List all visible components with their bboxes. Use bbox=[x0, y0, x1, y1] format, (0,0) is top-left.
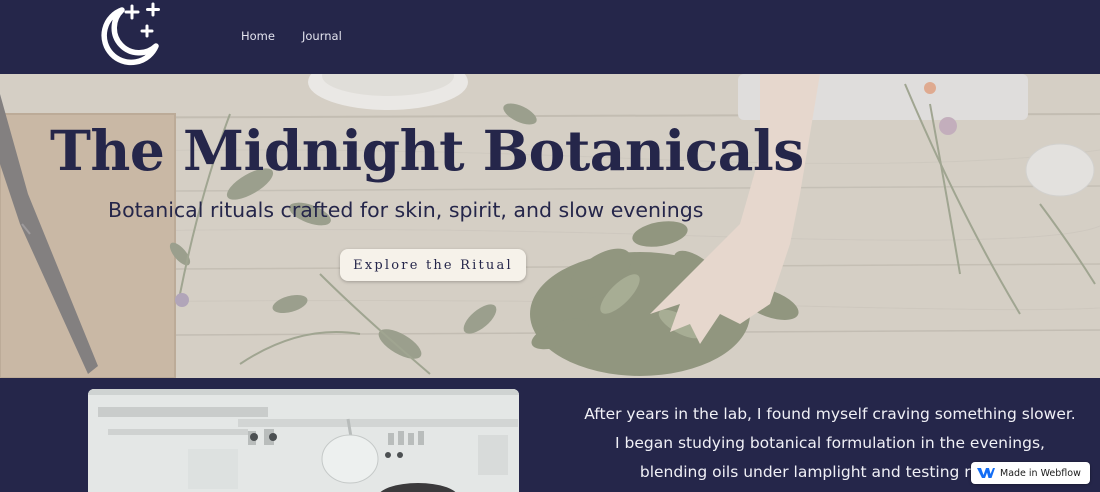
explore-ritual-button[interactable]: Explore the Ritual bbox=[340, 249, 526, 281]
top-nav: Home Journal bbox=[0, 0, 1100, 74]
nav-link-home[interactable]: Home bbox=[241, 29, 275, 43]
moon-stars-logo-icon[interactable] bbox=[100, 2, 162, 66]
nav-link-journal[interactable]: Journal bbox=[302, 29, 342, 43]
badge-label: Made in Webflow bbox=[1000, 467, 1081, 479]
hero-section: The Midnight Botanicals Botanical ritual… bbox=[0, 74, 1100, 378]
made-in-webflow-badge[interactable]: Made in Webflow bbox=[971, 462, 1090, 484]
hero-title: The Midnight Botanicals bbox=[50, 118, 804, 183]
laboratory-photo bbox=[88, 389, 519, 492]
about-line: After years in the lab, I found myself c… bbox=[584, 405, 1076, 423]
hero-subtitle: Botanical rituals crafted for skin, spir… bbox=[108, 198, 704, 222]
webflow-icon bbox=[977, 468, 995, 478]
about-line: I began studying botanical formulation i… bbox=[615, 434, 1045, 452]
